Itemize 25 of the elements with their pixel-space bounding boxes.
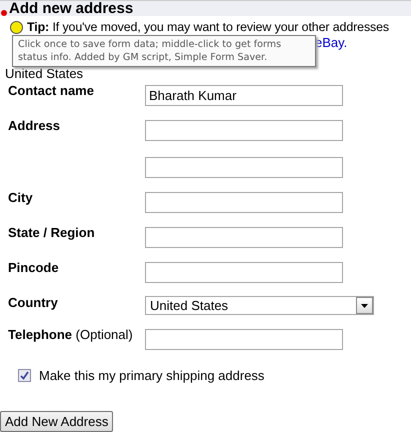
field-label: Pincode: [7, 260, 60, 276]
country-dropdown[interactable]: United States: [145, 296, 374, 315]
input-field[interactable]: [145, 227, 343, 248]
tip-text: Tip: If you've moved, you may want to review your other addresses: [27, 19, 390, 35]
tooltip: Click once to save form data; middle-click to get forms status info. Added by GM script, Simple Form Saver.: [12, 35, 316, 67]
checkbox[interactable]: [18, 369, 31, 382]
checkbox-label: Make this my primary shipping address: [39, 368, 264, 383]
dot-icon: [1, 10, 7, 16]
country-text: United States: [4, 67, 84, 81]
page-title: Add new address: [9, 1, 134, 16]
input-field[interactable]: [145, 120, 343, 141]
input-field[interactable]: [145, 192, 343, 213]
field-label: Contact name: [7, 83, 95, 99]
field-label: Country: [7, 295, 59, 311]
field-label: State / Region: [7, 225, 96, 241]
field-label: City: [7, 190, 34, 206]
bulb-icon: [10, 21, 23, 34]
input-field[interactable]: [145, 329, 343, 350]
field-label: Address: [7, 118, 62, 134]
input-field[interactable]: [145, 157, 343, 178]
input-field[interactable]: [145, 262, 343, 283]
dropdown-arrow-icon: [361, 304, 368, 308]
input-field[interactable]: Bharath Kumar: [145, 85, 343, 106]
field-label: Telephone (Optional): [7, 327, 134, 343]
add-address-button[interactable]: Add New Address: [0, 411, 114, 432]
